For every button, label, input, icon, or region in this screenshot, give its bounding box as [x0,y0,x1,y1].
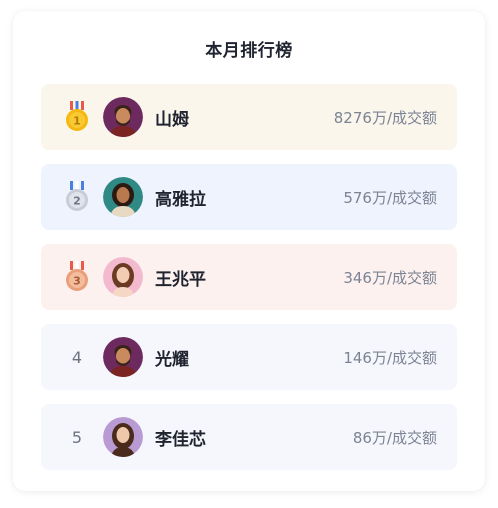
user-name: 李佳芯 [155,430,206,450]
user-name: 山姆 [155,110,189,130]
rank-number: 5 [71,427,83,447]
leaderboard-row-4[interactable]: 4 光耀 146万/成交额 [41,324,457,390]
sales-amount: 8276万/成交额 [333,109,437,127]
user-name: 王兆平 [155,270,206,290]
sales-amount: 146万/成交额 [343,349,437,367]
silver-medal-icon: 2 [61,181,93,213]
rank-number: 2 [73,195,81,208]
sales-amount: 576万/成交额 [343,189,437,207]
gold-medal-icon: 1 [61,101,93,133]
user-name: 光耀 [155,350,189,370]
rank-label: 4 [61,341,93,373]
avatar [103,97,143,137]
sales-amount: 86万/成交额 [352,429,437,447]
bronze-medal-icon: 3 [61,261,93,293]
user-name: 高雅拉 [155,190,206,210]
sales-amount: 346万/成交额 [343,269,437,287]
rank-number: 1 [73,115,81,128]
leaderboard-title: 本月排行榜 [205,41,293,61]
leaderboard-row-5[interactable]: 5 李佳芯 86万/成交额 [41,404,457,470]
leaderboard-card: 本月排行榜 1 山姆 8276万/成交额 2 高雅拉 576万/成交额 3 王兆… [13,11,485,491]
rank-number: 3 [73,275,81,288]
rank-label: 5 [61,421,93,453]
avatar [103,337,143,377]
avatar [103,257,143,297]
avatar [103,417,143,457]
leaderboard-row-2[interactable]: 2 高雅拉 576万/成交额 [41,164,457,230]
rank-number: 4 [71,347,83,367]
leaderboard-row-1[interactable]: 1 山姆 8276万/成交额 [41,84,457,150]
avatar [103,177,143,217]
leaderboard-row-3[interactable]: 3 王兆平 346万/成交额 [41,244,457,310]
